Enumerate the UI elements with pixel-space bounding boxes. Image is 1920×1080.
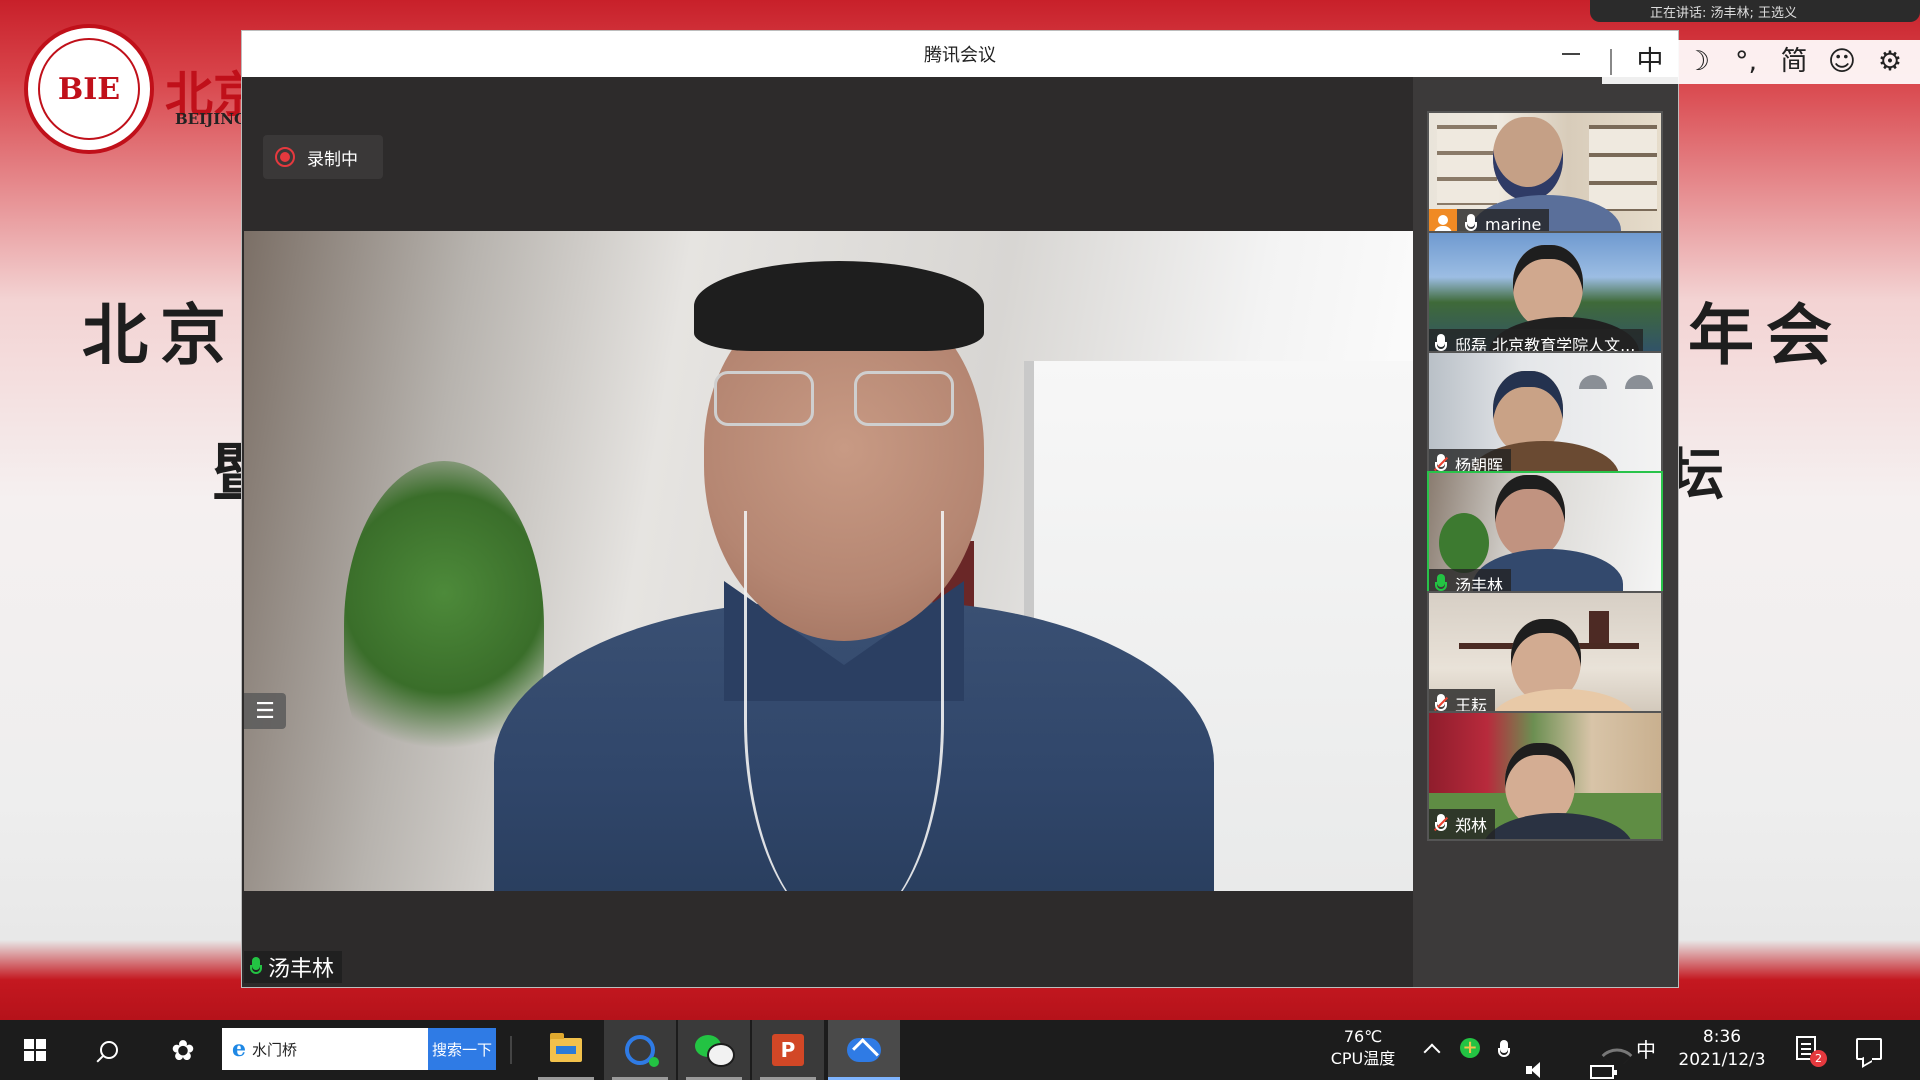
pinwheel-icon: ✿ bbox=[171, 1033, 195, 1067]
institute-logo: BIE bbox=[24, 24, 154, 154]
browser-icon bbox=[625, 1035, 659, 1067]
ime-drag-handle[interactable] bbox=[1610, 49, 1612, 75]
cpu-temperature[interactable]: 76℃ CPU温度 bbox=[1318, 1026, 1408, 1070]
search-icon bbox=[100, 1041, 118, 1059]
punctuation-toggle[interactable]: °, bbox=[1722, 40, 1770, 84]
wechat-icon bbox=[695, 1035, 735, 1067]
slide-title-right: 年会 bbox=[1688, 296, 1844, 374]
tencent-meeting-button[interactable] bbox=[828, 1020, 900, 1080]
browser-app-button[interactable] bbox=[604, 1020, 676, 1080]
pinwheel-app-button[interactable]: ✿ bbox=[148, 1020, 218, 1080]
participant-tile[interactable]: 邸磊 北京教育学院人文... bbox=[1427, 231, 1663, 361]
folder-icon bbox=[550, 1033, 582, 1062]
ime-toolbar: 中 ☽ °, 简 ☺ ⚙ bbox=[1602, 40, 1920, 84]
action-center-icon[interactable] bbox=[1856, 1038, 1882, 1060]
slide-subtitle-left: 暨 bbox=[212, 422, 242, 512]
emoji-icon[interactable]: ☺ bbox=[1818, 40, 1866, 84]
speaking-notification: 正在讲话: 汤丰林; 王选义 bbox=[1590, 0, 1920, 22]
participant-label: 郑林 bbox=[1429, 809, 1496, 839]
taskbar-divider bbox=[510, 1036, 512, 1064]
powerpoint-icon: P bbox=[772, 1034, 804, 1066]
participant-tile[interactable]: 王耘 bbox=[1427, 591, 1663, 721]
search-button[interactable] bbox=[74, 1020, 144, 1080]
moon-icon[interactable]: ☽ bbox=[1674, 40, 1722, 84]
speaking-notification-text: 正在讲话: 汤丰林; 王选义 bbox=[1650, 5, 1798, 21]
chevron-up-icon[interactable] bbox=[1423, 1043, 1441, 1061]
ime-language-toggle[interactable]: 中 bbox=[1626, 40, 1674, 84]
main-speaker-label: 汤丰林 bbox=[244, 951, 343, 983]
file-explorer-button[interactable] bbox=[530, 1020, 602, 1080]
cpu-temperature-value: 76℃ bbox=[1343, 1027, 1383, 1046]
minimize-button[interactable] bbox=[1556, 39, 1586, 69]
video-person bbox=[494, 251, 1214, 891]
tray-mic-button[interactable] bbox=[1498, 1040, 1510, 1065]
plus-tray-icon[interactable]: + bbox=[1460, 1038, 1480, 1058]
main-video-area: 录制中 ☰ 汤丰林 bbox=[242, 77, 1413, 987]
mic-muted-icon bbox=[1433, 814, 1449, 834]
taskbar: ✿ e 水门桥 搜索一下 P 76℃ CPU温度 + 中 8:36 2021/1… bbox=[0, 1020, 1920, 1080]
taskbar-search-text: 水门桥 bbox=[252, 1040, 298, 1059]
cpu-temperature-label: CPU温度 bbox=[1330, 1049, 1396, 1068]
notification-count: 2 bbox=[1810, 1050, 1827, 1067]
window-title: 腾讯会议 bbox=[924, 45, 996, 66]
main-speaker-name: 汤丰林 bbox=[268, 957, 335, 982]
recording-label: 录制中 bbox=[307, 149, 358, 170]
list-icon: ☰ bbox=[255, 698, 275, 724]
mic-icon bbox=[250, 957, 262, 977]
clock-time: 8:36 bbox=[1702, 1027, 1742, 1047]
powerpoint-button[interactable]: P bbox=[752, 1020, 824, 1080]
windows-icon bbox=[24, 1039, 46, 1061]
wechat-button[interactable] bbox=[678, 1020, 750, 1080]
start-button[interactable] bbox=[0, 1020, 70, 1080]
gear-icon[interactable]: ⚙ bbox=[1866, 40, 1914, 84]
battery-icon[interactable] bbox=[1590, 1065, 1617, 1079]
window-titlebar[interactable]: 腾讯会议 bbox=[242, 31, 1678, 77]
ie-icon: e bbox=[232, 1036, 246, 1062]
participant-tile[interactable]: 郑林 bbox=[1427, 711, 1663, 841]
microphone-icon bbox=[1498, 1040, 1510, 1060]
taskbar-search-submit[interactable]: 搜索一下 bbox=[428, 1028, 496, 1070]
simplified-toggle[interactable]: 简 bbox=[1770, 40, 1818, 84]
main-speaker-video[interactable] bbox=[244, 231, 1413, 891]
meeting-window: 腾讯会议 录制中 ☰ 汤丰林 marine 邸磊 北京教育学院人文... 杨朝晖… bbox=[241, 30, 1679, 988]
system-clock[interactable]: 8:36 2021/12/3 bbox=[1660, 1026, 1784, 1072]
slide-title-left: 北京 bbox=[82, 296, 238, 374]
tencent-meeting-icon bbox=[847, 1038, 881, 1062]
volume-icon[interactable] bbox=[1526, 1060, 1550, 1080]
clock-date: 2021/12/3 bbox=[1678, 1050, 1766, 1070]
notification-button[interactable]: 2 bbox=[1796, 1036, 1827, 1067]
recording-indicator[interactable]: 录制中 bbox=[263, 135, 383, 179]
member-list-toggle[interactable]: ☰ bbox=[244, 693, 286, 729]
ime-indicator[interactable]: 中 bbox=[1636, 1038, 1656, 1062]
participant-tile-active[interactable]: 汤丰林 bbox=[1427, 471, 1663, 601]
participant-tile[interactable]: marine bbox=[1427, 111, 1663, 241]
participant-name: 郑林 bbox=[1455, 816, 1488, 835]
record-icon bbox=[275, 147, 295, 167]
participant-panel: marine 邸磊 北京教育学院人文... 杨朝晖 汤丰林 王耘 郑林 bbox=[1413, 77, 1678, 987]
taskbar-search-box[interactable]: e 水门桥 bbox=[222, 1028, 428, 1070]
brand-name-en: BEIJING bbox=[175, 110, 247, 128]
participant-tile[interactable]: 杨朝晖 bbox=[1427, 351, 1663, 481]
